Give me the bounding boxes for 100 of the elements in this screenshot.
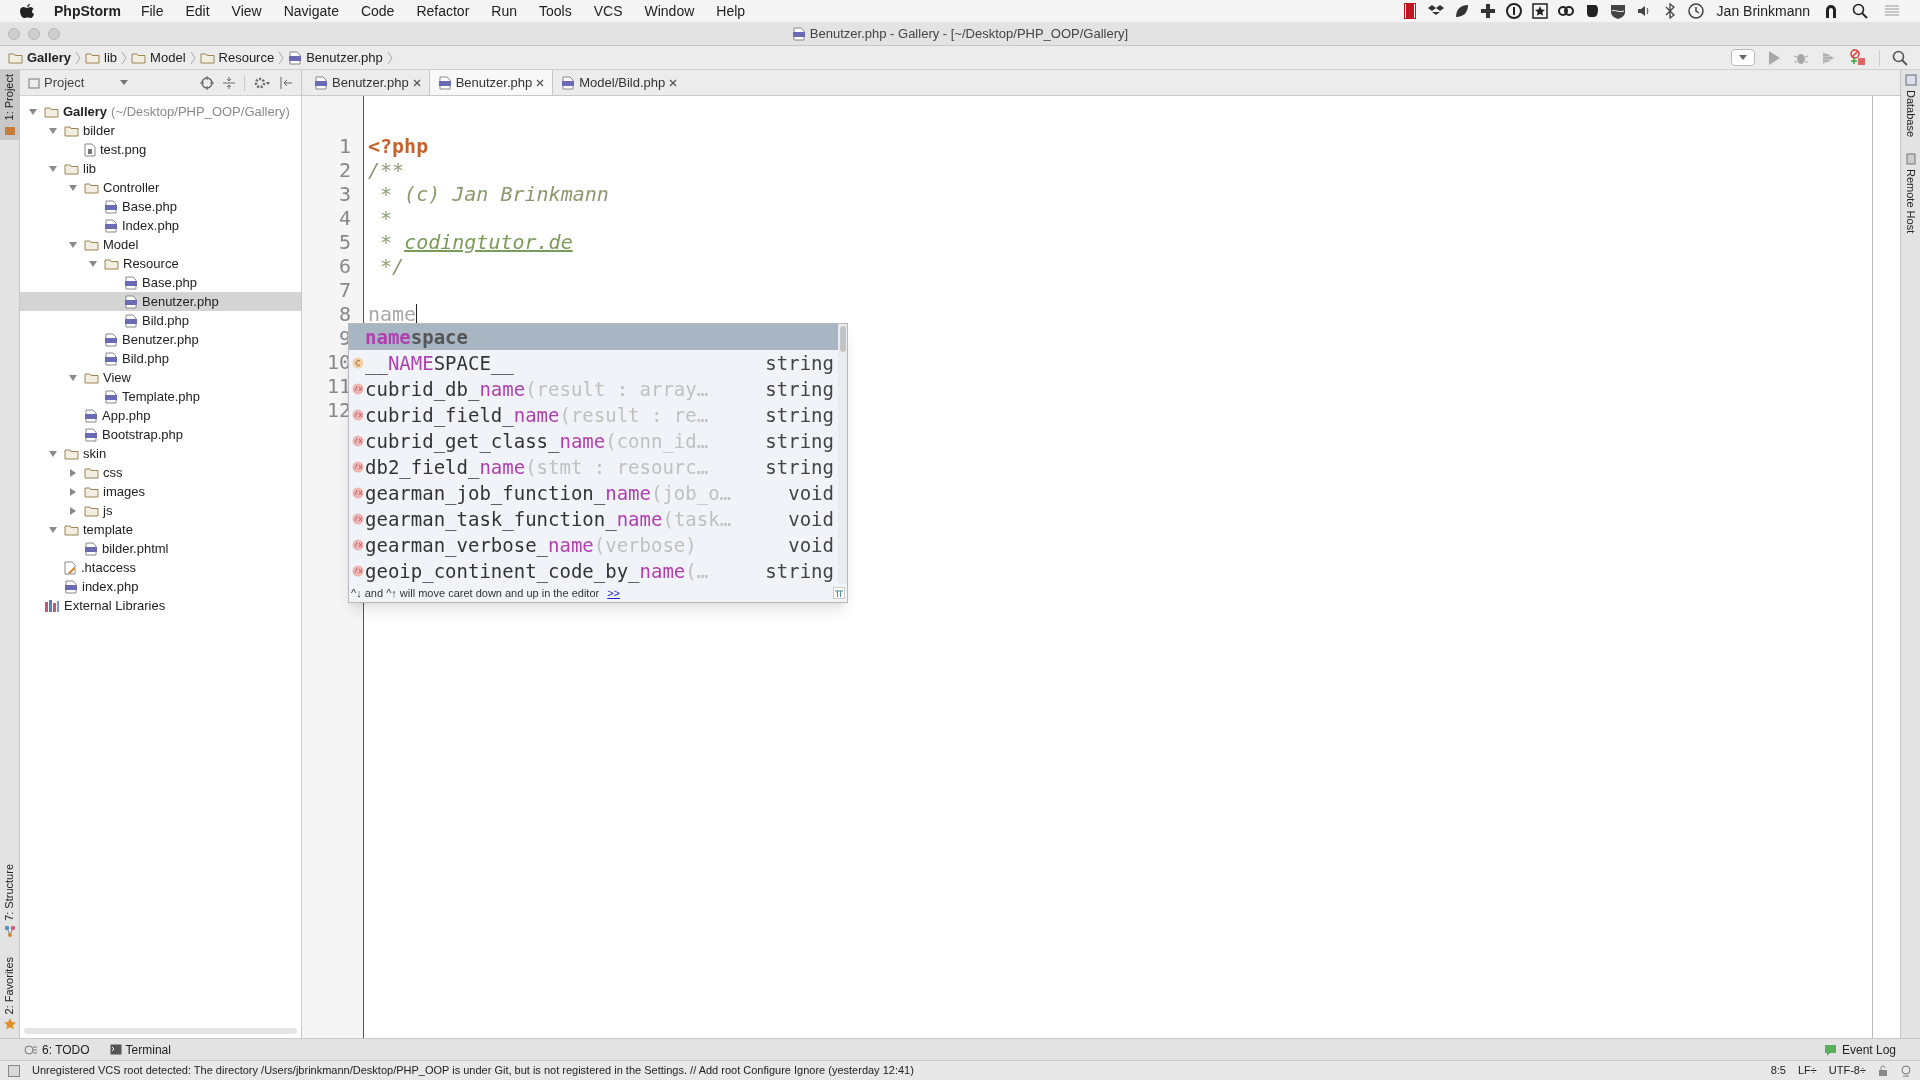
collapse-icon[interactable] bbox=[222, 75, 236, 90]
expanded-arrow-icon[interactable] bbox=[88, 258, 98, 269]
tree-item[interactable]: test.png bbox=[20, 140, 301, 159]
line-separator[interactable]: LF÷ bbox=[1797, 1062, 1817, 1079]
expanded-arrow-icon[interactable] bbox=[48, 163, 58, 174]
tree-item[interactable]: Index.php bbox=[20, 216, 301, 235]
breadcrumb-item[interactable]: Resource bbox=[199, 47, 289, 68]
file-encoding[interactable]: UTF-8÷ bbox=[1828, 1062, 1866, 1079]
tree-item[interactable]: Model bbox=[20, 235, 301, 254]
info-icon[interactable] bbox=[1504, 2, 1523, 20]
tree-item[interactable]: css bbox=[20, 463, 301, 482]
cursor-position[interactable]: 8:5 bbox=[1770, 1062, 1786, 1079]
tool-window-tab[interactable]: Remote Host bbox=[1902, 153, 1919, 234]
completion-item[interactable]: namespace bbox=[349, 324, 838, 350]
apple-logo-icon[interactable] bbox=[20, 3, 34, 19]
expanded-arrow-icon[interactable] bbox=[68, 182, 78, 193]
stop-debug-icon[interactable] bbox=[1849, 48, 1867, 67]
tree-item[interactable]: skin bbox=[20, 444, 301, 463]
user-name[interactable]: Jan Brinkmann bbox=[1716, 0, 1810, 22]
tool-window-tab[interactable]: 6: TODO bbox=[24, 1040, 90, 1059]
completion-item[interactable]: gearman_task_function_name(task… void bbox=[349, 506, 838, 532]
tool-window-tab[interactable]: 2: Favorites bbox=[1, 956, 18, 1030]
tree-item[interactable]: js bbox=[20, 501, 301, 520]
scrollbar[interactable] bbox=[838, 324, 847, 584]
collapsed-arrow-icon[interactable] bbox=[68, 467, 78, 478]
collapsed-arrow-icon[interactable] bbox=[68, 505, 78, 516]
clock-icon[interactable] bbox=[1686, 2, 1705, 20]
completion-item[interactable]: cubrid_db_name(result : array… string bbox=[349, 376, 838, 402]
tree-item[interactable]: Bild.php bbox=[20, 349, 301, 368]
menu-item[interactable]: Window bbox=[644, 0, 695, 22]
tree-item[interactable]: template bbox=[20, 520, 301, 539]
tree-item[interactable]: .htaccess bbox=[20, 558, 301, 577]
close-icon[interactable] bbox=[536, 78, 545, 87]
panel-toggle-icon[interactable] bbox=[8, 1064, 20, 1077]
plus-icon[interactable] bbox=[1478, 2, 1497, 20]
breadcrumb-item[interactable]: Model bbox=[131, 47, 200, 68]
hide-panel-icon[interactable] bbox=[279, 75, 293, 90]
expanded-arrow-icon[interactable] bbox=[48, 125, 58, 136]
event-log-tab[interactable]: Event Log bbox=[1823, 1040, 1896, 1059]
menu-item[interactable]: Help bbox=[716, 0, 746, 22]
menu-item[interactable]: Code bbox=[360, 0, 395, 22]
menu-item[interactable]: Refactor bbox=[416, 0, 470, 22]
target-icon[interactable] bbox=[200, 75, 214, 90]
tree-item[interactable]: External Libraries bbox=[20, 596, 301, 615]
menu-item[interactable]: Edit bbox=[185, 0, 210, 22]
breadcrumb-item[interactable]: lib bbox=[85, 47, 132, 68]
completion-item[interactable]: __NAMESPACE__ string bbox=[349, 350, 838, 376]
more-link[interactable]: >> bbox=[607, 584, 621, 602]
expanded-arrow-icon[interactable] bbox=[48, 524, 58, 535]
editor-tab[interactable]: Benutzer.php bbox=[428, 70, 554, 95]
tree-item[interactable]: Benutzer.php bbox=[20, 330, 301, 349]
completion-item[interactable]: cubrid_get_class_name(conn_id… string bbox=[349, 428, 838, 454]
tree-item[interactable]: Controller bbox=[20, 178, 301, 197]
completion-item[interactable]: geoip_continent_code_by_name(… string bbox=[349, 558, 838, 584]
app-menu[interactable]: PhpStorm bbox=[54, 0, 121, 22]
editor-tab[interactable]: Benutzer.php bbox=[306, 70, 429, 95]
shield-icon[interactable] bbox=[1608, 2, 1627, 20]
completion-item[interactable]: db2_field_name(stmt : resourc… string bbox=[349, 454, 838, 480]
tree-item[interactable]: Benutzer.php bbox=[20, 292, 301, 311]
tree-item[interactable]: images bbox=[20, 482, 301, 501]
tree-item[interactable]: bilder bbox=[20, 121, 301, 140]
expanded-arrow-icon[interactable] bbox=[48, 448, 58, 459]
search-icon[interactable] bbox=[1852, 3, 1868, 19]
expanded-arrow-icon[interactable] bbox=[68, 372, 78, 383]
breadcrumb-item[interactable]: Gallery bbox=[8, 47, 86, 68]
tree-item[interactable]: Bild.php bbox=[20, 311, 301, 330]
tree-item[interactable]: App.php bbox=[20, 406, 301, 425]
menu-item[interactable]: File bbox=[140, 0, 164, 22]
run-config-dropdown[interactable] bbox=[1731, 49, 1755, 66]
tree-item[interactable]: Resource bbox=[20, 254, 301, 273]
breadcrumb-item[interactable]: Benutzer.php bbox=[288, 47, 397, 68]
close-icon[interactable] bbox=[669, 78, 678, 87]
completion-item[interactable]: gearman_job_function_name(job_o… void bbox=[349, 480, 838, 506]
expanded-arrow-icon[interactable] bbox=[28, 106, 38, 117]
run-icon[interactable] bbox=[1767, 49, 1781, 66]
completion-item[interactable]: gearman_verbose_name(verbose) void bbox=[349, 532, 838, 558]
tree-item[interactable]: Template.php bbox=[20, 387, 301, 406]
tree-item[interactable]: index.php bbox=[20, 577, 301, 596]
pi-icon[interactable] bbox=[833, 587, 845, 599]
tool-window-tab[interactable]: Terminal bbox=[109, 1040, 171, 1059]
menu-item[interactable]: View bbox=[231, 0, 262, 22]
close-icon[interactable] bbox=[412, 78, 421, 87]
menu-item[interactable]: Run bbox=[491, 0, 517, 22]
menu-item[interactable]: VCS bbox=[593, 0, 623, 22]
settings-icon[interactable] bbox=[253, 75, 271, 90]
tool-window-tab[interactable]: 7: Structure bbox=[1, 863, 18, 937]
expanded-arrow-icon[interactable] bbox=[68, 239, 78, 250]
menu-item[interactable]: Navigate bbox=[283, 0, 339, 22]
editor-tab[interactable]: Model/Bild.php bbox=[553, 70, 686, 95]
tree-item[interactable]: View bbox=[20, 368, 301, 387]
tree-item[interactable]: Bootstrap.php bbox=[20, 425, 301, 444]
tool-window-tab[interactable]: Database bbox=[1902, 74, 1919, 138]
completion-item[interactable]: cubrid_field_name(result : re… string bbox=[349, 402, 838, 428]
menu-item[interactable]: Tools bbox=[539, 0, 572, 22]
tool-window-tab[interactable]: 1: Project bbox=[0, 70, 19, 141]
tree-item[interactable]: lib bbox=[20, 159, 301, 178]
search-icon[interactable] bbox=[1892, 49, 1908, 66]
tree-item[interactable]: Base.php bbox=[20, 197, 301, 216]
collapsed-arrow-icon[interactable] bbox=[68, 486, 78, 497]
tree-item[interactable]: Gallery (~/Desktop/PHP_OOP/Gallery) bbox=[20, 102, 301, 121]
